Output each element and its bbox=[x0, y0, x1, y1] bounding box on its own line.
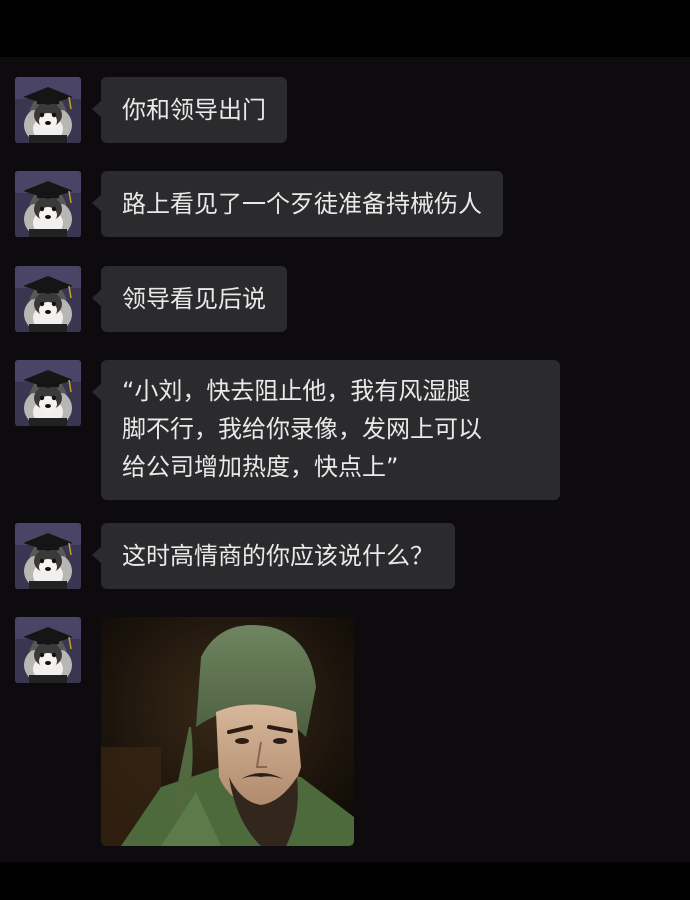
chat-area[interactable]: 你和领导出门 路上看见了一个歹徒准备持械伤人 领导看见后说 “小刘，快去阻止他，… bbox=[0, 57, 690, 862]
husky-avatar-icon bbox=[15, 77, 81, 143]
guan-yu-face-icon bbox=[101, 617, 354, 846]
screen: 你和领导出门 路上看见了一个歹徒准备持械伤人 领导看见后说 “小刘，快去阻止他，… bbox=[0, 0, 690, 900]
avatar[interactable] bbox=[15, 360, 81, 426]
guan-yu-sticker-image[interactable] bbox=[101, 617, 354, 846]
message-line: 脚不行，我给你录像，发网上可以 bbox=[122, 415, 482, 443]
avatar[interactable] bbox=[15, 266, 81, 332]
husky-avatar-icon bbox=[15, 171, 81, 237]
message-bubble[interactable]: 领导看见后说 bbox=[92, 266, 287, 332]
avatar[interactable] bbox=[15, 171, 81, 237]
husky-avatar-icon bbox=[15, 360, 81, 426]
message-line: 给公司增加热度，快点上” bbox=[122, 453, 399, 481]
message-bubble[interactable]: 路上看见了一个歹徒准备持械伤人 bbox=[92, 171, 503, 237]
message-bubble[interactable]: 这时高情商的你应该说什么？ bbox=[92, 523, 455, 589]
message-bubble[interactable]: “小刘，快去阻止他，我有风湿腿 脚不行，我给你录像，发网上可以 给公司增加热度，… bbox=[92, 360, 560, 500]
husky-avatar-icon bbox=[15, 617, 81, 683]
message-line: “小刘，快去阻止他，我有风湿腿 bbox=[122, 377, 471, 405]
husky-avatar-icon bbox=[15, 266, 81, 332]
message-bubble[interactable]: 你和领导出门 bbox=[92, 77, 287, 143]
husky-avatar-icon bbox=[15, 523, 81, 589]
avatar[interactable] bbox=[15, 77, 81, 143]
avatar[interactable] bbox=[15, 617, 81, 683]
avatar[interactable] bbox=[15, 523, 81, 589]
